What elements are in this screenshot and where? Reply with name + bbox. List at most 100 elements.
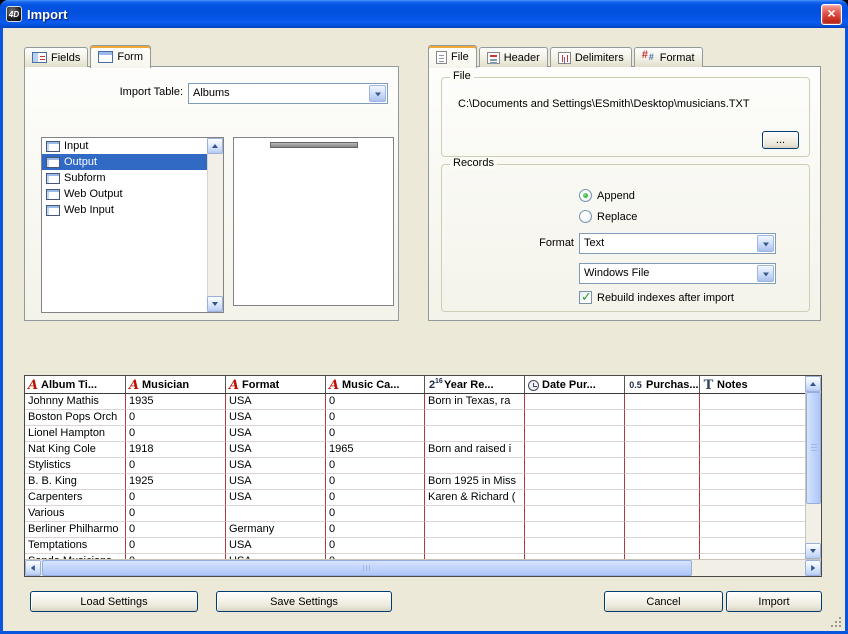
replace-radio[interactable]	[579, 210, 592, 223]
scroll-right-icon[interactable]	[805, 560, 821, 576]
table-cell: 0	[326, 394, 425, 410]
table-cell: 1918	[126, 442, 226, 458]
scroll-up-icon[interactable]	[207, 138, 223, 154]
resize-grip[interactable]	[831, 617, 843, 629]
table-cell: USA	[226, 410, 326, 426]
table-row[interactable]: Nat King Cole1918USA1965Born and raised …	[25, 442, 805, 458]
close-button[interactable]: ×	[821, 4, 842, 25]
column-header-purchas[interactable]: Purchas...	[625, 376, 700, 394]
tab-form[interactable]: Form	[90, 45, 151, 68]
table-cell: Karen & Richard (	[425, 490, 525, 506]
int16-type-icon	[428, 378, 441, 392]
rebuild-indexes-checkbox[interactable]	[579, 291, 592, 304]
rebuild-indexes-label: Rebuild indexes after import	[597, 292, 734, 304]
form-list: InputOutput Subform Web Output Web Input	[41, 137, 224, 313]
column-header-format[interactable]: Format	[226, 376, 326, 394]
table-cell: 1965	[326, 442, 425, 458]
table-cell	[525, 442, 625, 458]
table-row[interactable]: Various00	[25, 506, 805, 522]
browse-button[interactable]: ...	[762, 131, 799, 149]
table-cell	[425, 426, 525, 442]
table-row[interactable]: B. B. King1925USA0Born 1925 in Miss	[25, 474, 805, 490]
append-radio[interactable]	[579, 189, 592, 202]
column-header-year-re[interactable]: Year Re...	[425, 376, 525, 394]
tab-delimiters[interactable]: Delimiters	[550, 47, 632, 67]
table-row[interactable]: Carpenters0USA0Karen & Richard (	[25, 490, 805, 506]
cancel-button[interactable]: Cancel	[604, 591, 723, 612]
column-header-date-pur[interactable]: Date Pur...	[525, 376, 625, 394]
chevron-down-icon[interactable]	[757, 265, 774, 282]
table-cell: 0	[126, 538, 226, 554]
table-cell: 0	[326, 522, 425, 538]
table-row[interactable]: Berliner Philharmo0Germany0	[25, 522, 805, 538]
form-list-item[interactable]: Web Input	[42, 202, 207, 218]
file-path: C:\Documents and Settings\ESmith\Desktop…	[458, 98, 799, 110]
form-list-item[interactable]: Web Output	[42, 186, 207, 202]
import-button[interactable]: Import	[726, 591, 822, 612]
table-cell	[525, 426, 625, 442]
file-format-select[interactable]: Windows File	[579, 263, 776, 284]
table-row[interactable]: Lionel Hampton0USA0	[25, 426, 805, 442]
file-group-title: File	[450, 70, 474, 82]
column-header-notes[interactable]: Notes	[700, 376, 805, 394]
tab-header[interactable]: Header	[479, 47, 548, 67]
rebuild-indexes-row: Rebuild indexes after import	[579, 291, 734, 304]
column-header-album-ti[interactable]: Album Ti...	[25, 376, 126, 394]
replace-radio-row: Replace	[579, 210, 637, 223]
save-settings-button[interactable]: Save Settings	[216, 591, 392, 612]
table-cell	[700, 538, 805, 554]
table-cell	[625, 394, 700, 410]
load-settings-button[interactable]: Load Settings	[30, 591, 198, 612]
scroll-up-icon[interactable]	[805, 376, 821, 392]
table-cell	[700, 490, 805, 506]
scroll-left-icon[interactable]	[25, 560, 41, 576]
horizontal-scroll-thumb[interactable]	[42, 560, 692, 576]
import-table-value: Albums	[193, 87, 367, 99]
titlebar[interactable]: 4D Import ×	[0, 0, 848, 28]
form-list-items: InputOutput Subform Web Output Web Input	[42, 138, 207, 312]
table-cell	[700, 394, 805, 410]
scroll-down-icon[interactable]	[207, 296, 223, 312]
tab-file[interactable]: File	[428, 45, 477, 68]
chevron-down-icon[interactable]	[757, 235, 774, 252]
date-type-icon	[528, 380, 539, 391]
scroll-down-icon[interactable]	[805, 543, 821, 559]
table-row[interactable]: Stylistics0USA0	[25, 458, 805, 474]
table-cell: Temptations	[25, 538, 126, 554]
column-header-label: Purchas...	[646, 379, 699, 391]
form-icon	[46, 189, 60, 200]
form-list-item-label: Subform	[64, 172, 106, 184]
form-icon	[46, 173, 60, 184]
import-table-label: Import Table:	[25, 86, 183, 98]
import-table-select[interactable]: Albums	[188, 83, 388, 104]
column-header-musician[interactable]: Musician	[126, 376, 226, 394]
form-list-scrollbar[interactable]	[207, 138, 223, 312]
form-list-item[interactable]: Subform	[42, 170, 207, 186]
form-list-item[interactable]: Input	[42, 138, 207, 154]
table-cell	[525, 394, 625, 410]
table-cell: 0	[126, 490, 226, 506]
table-cell: Berliner Philharmo	[25, 522, 126, 538]
chevron-down-icon[interactable]	[369, 85, 386, 102]
table-cell: Lionel Hampton	[25, 426, 126, 442]
table-cell	[525, 506, 625, 522]
import-window: 4D Import × Fields Form Import Table: Al…	[0, 0, 848, 634]
tab-format[interactable]: Format	[634, 47, 703, 67]
alpha-type-icon	[229, 379, 239, 392]
form-list-item-label: Web Input	[64, 204, 114, 216]
format-select[interactable]: Text	[579, 233, 776, 254]
tab-fields[interactable]: Fields	[24, 47, 88, 67]
column-header-music-ca[interactable]: Music Ca...	[326, 376, 425, 394]
append-radio-row: Append	[579, 189, 635, 202]
grid-vertical-scrollbar[interactable]	[805, 376, 821, 559]
grid-horizontal-scrollbar[interactable]	[25, 559, 821, 576]
table-row[interactable]: Johnny Mathis1935USA0Born in Texas, ra	[25, 394, 805, 410]
grid-header: Album Ti...MusicianFormatMusic Ca...Year…	[25, 376, 805, 394]
grid-body: Johnny Mathis1935USA0Born in Texas, raBo…	[25, 394, 805, 559]
table-cell	[625, 522, 700, 538]
table-cell: 0	[126, 426, 226, 442]
vertical-scroll-thumb[interactable]	[806, 392, 821, 504]
table-row[interactable]: Temptations0USA0	[25, 538, 805, 554]
form-list-item[interactable]: Output	[42, 154, 207, 170]
table-row[interactable]: Boston Pops Orch0USA0	[25, 410, 805, 426]
